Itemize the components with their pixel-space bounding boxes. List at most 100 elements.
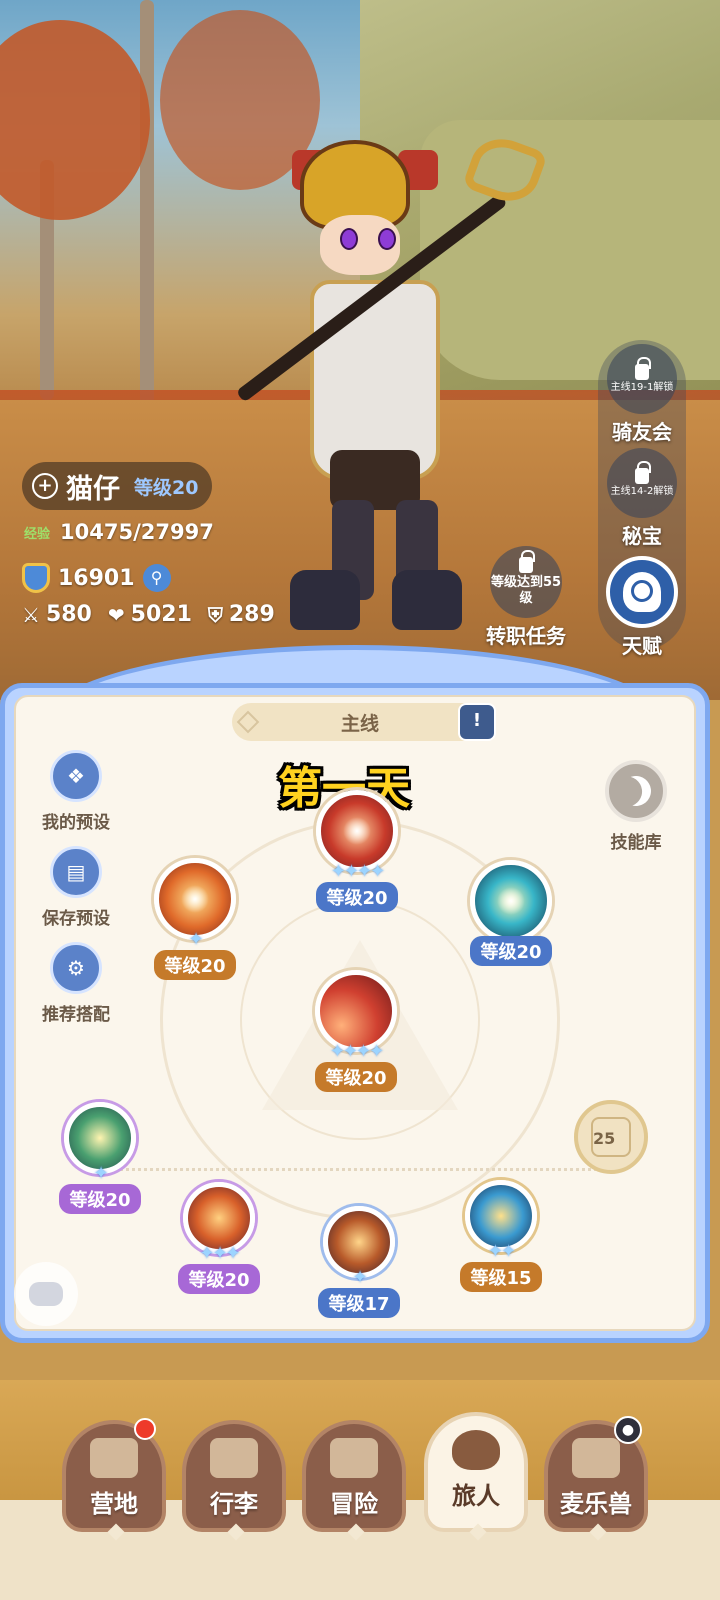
skill-stars: ✦✦✦✦ (330, 861, 385, 882)
notification-dot (134, 1418, 156, 1440)
skill-level-badge: 等级20 (316, 882, 398, 912)
character[interactable] (270, 120, 510, 640)
skill-library-button[interactable]: 技能库 (586, 760, 686, 853)
skill-stars: ✦ (93, 1163, 108, 1184)
skill-stars: ✦✦✦✦ (329, 1041, 384, 1062)
combat-power: 16901 (58, 565, 135, 591)
save-preset-label: 保存预设 (42, 909, 110, 929)
lock-icon (635, 461, 651, 484)
skill-stars: ✦✦ (487, 1241, 516, 1262)
skill-icon (315, 970, 397, 1052)
shield-icon (22, 563, 50, 593)
skill-top[interactable]: ✦✦✦✦ 等级20 (302, 790, 412, 912)
traveler-avatar-icon (452, 1430, 500, 1470)
skill-icon (316, 790, 398, 872)
swords-icon: ⚔ (22, 602, 40, 627)
book-icon[interactable]: ! (458, 703, 496, 741)
nav-camp[interactable]: 营地 (62, 1418, 166, 1541)
skill-center[interactable]: ✦✦✦✦ 等级20 (296, 970, 416, 1092)
locked-skill-slot[interactable]: 25 (574, 1100, 648, 1174)
attack-value: 580 (45, 602, 92, 627)
treasure-lock-text: 主线14-2解锁 (610, 486, 674, 497)
rider-club-button[interactable]: 主线19-1解锁 骑友会 (600, 344, 684, 445)
skill-right[interactable]: 等级20 (456, 860, 566, 966)
passive-skill-4[interactable]: ✦✦ 等级15 (446, 1180, 556, 1292)
skill-stars: ✦✦✦ (199, 1243, 240, 1264)
backpack-icon (210, 1438, 258, 1478)
attack-stat: ⚔ 580 (22, 602, 92, 627)
unlock-level: 25 (591, 1117, 631, 1157)
nav-adventure-label: 冒险 (330, 1490, 378, 1518)
job-lock-text: 等级达到55级 (490, 575, 562, 606)
chat-icon (29, 1282, 63, 1306)
skill-path (95, 1168, 615, 1171)
nav-pet-label: 麦乐兽 (560, 1490, 632, 1518)
nav-pet[interactable]: ● 麦乐兽 (544, 1416, 648, 1541)
skill-level-badge: 等级20 (315, 1062, 397, 1092)
preset-icon: ❖ (50, 750, 102, 802)
player-level: 等级20 (134, 476, 199, 499)
save-icon: ▤ (50, 846, 102, 898)
skill-library-circle (605, 760, 667, 822)
chat-button[interactable] (14, 1262, 78, 1326)
skill-stars: ✦ (352, 1267, 367, 1288)
gear-combo-icon: ⚙ (50, 942, 102, 994)
passive-skill-3[interactable]: ✦ 等级17 (304, 1206, 414, 1318)
recommend-button[interactable]: ⚙ 推荐搭配 (30, 942, 122, 1025)
my-preset-button[interactable]: ❖ 我的预设 (30, 750, 122, 833)
rider-club-label: 骑友会 (612, 420, 672, 444)
lock-icon (519, 550, 535, 573)
brain-head-icon (623, 572, 661, 612)
tree-foliage (0, 20, 150, 220)
character-boot (290, 570, 360, 630)
skill-icon (470, 860, 552, 942)
diamond-icon (236, 710, 260, 734)
nav-camp-label: 营地 (90, 1490, 138, 1518)
treasure-circle: 主线14-2解锁 (607, 448, 677, 518)
treasure-label: 秘宝 (622, 524, 662, 548)
nav-adventure[interactable]: 冒险 (302, 1420, 406, 1541)
save-preset-button[interactable]: ▤ 保存预设 (30, 846, 122, 929)
tree-trunk (140, 0, 154, 420)
defense-value: 289 (228, 602, 275, 627)
lock-icon: ● (614, 1416, 642, 1444)
heart-icon: ❤ (107, 602, 125, 627)
skill-library-label: 技能库 (610, 833, 662, 853)
passive-skill-2[interactable]: ✦✦✦ 等级20 (164, 1182, 274, 1294)
cat-icon (572, 1438, 620, 1478)
skill-level-badge: 等级20 (178, 1264, 260, 1294)
nav-luggage-label: 行李 (210, 1490, 258, 1518)
recommend-label: 推荐搭配 (42, 1005, 110, 1025)
power-row: 16901 ⚲ (22, 563, 171, 593)
nav-traveler[interactable]: 旅人 (424, 1412, 528, 1541)
skill-level-badge: 等级15 (460, 1262, 542, 1292)
tab-main[interactable]: 主线 (232, 703, 488, 741)
job-change-circle: 等级达到55级 (490, 546, 562, 618)
moon-icon (616, 771, 657, 812)
hp-stat: ❤ 5021 (108, 602, 192, 627)
skill-level-badge: 等级20 (59, 1184, 141, 1214)
nav-luggage[interactable]: 行李 (182, 1420, 286, 1541)
talent-circle (606, 556, 678, 628)
search-icon[interactable]: ⚲ (142, 564, 171, 592)
hp-value: 5021 (130, 602, 192, 627)
castle-icon (90, 1438, 138, 1478)
passive-skill-1[interactable]: ✦ 等级20 (50, 1102, 150, 1214)
talent-button[interactable]: 天赋 (600, 556, 684, 659)
player-name: 猫仔 (66, 473, 120, 505)
exp-row: 经验 10475/27997 (24, 520, 214, 544)
crosshair-icon: + (32, 473, 58, 499)
skill-level-badge: 等级17 (318, 1288, 400, 1318)
job-change-button[interactable]: 等级达到55级 转职任务 (476, 546, 576, 649)
character-eye (378, 228, 396, 250)
exp-value: 10475/27997 (60, 520, 214, 544)
player-name-pill[interactable]: + 猫仔 等级20 (22, 462, 213, 510)
character-eye (340, 228, 358, 250)
treasure-button[interactable]: 主线14-2解锁 秘宝 (600, 448, 684, 549)
stats-row: ⚔ 580 ❤ 5021 ⛨ 289 (22, 602, 275, 627)
rider-club-lock-text: 主线19-1解锁 (610, 382, 674, 393)
skill-level-badge: 等级20 (154, 950, 236, 980)
skill-left[interactable]: ✦ 等级20 (140, 858, 250, 980)
defense-stat: ⛨ 289 (208, 602, 275, 627)
character-boot (392, 570, 462, 630)
